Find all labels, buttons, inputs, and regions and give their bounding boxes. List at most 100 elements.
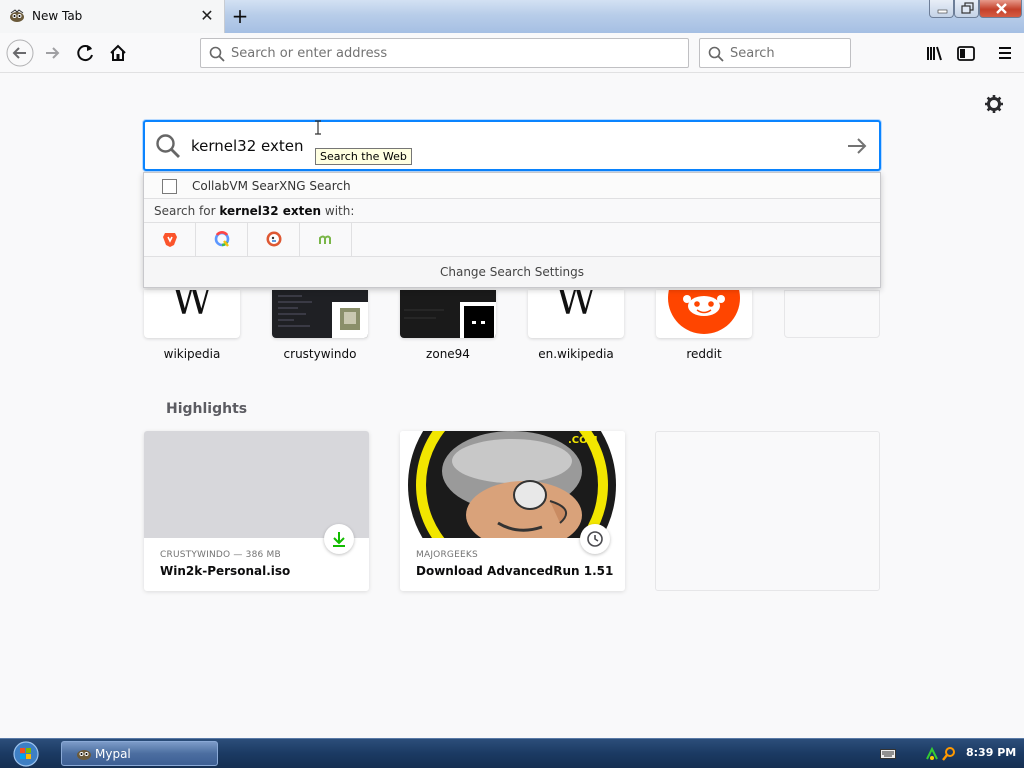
search-bar[interactable] <box>699 38 851 68</box>
mypal-icon <box>77 750 91 760</box>
card-badge <box>580 524 610 554</box>
top-site-thumbnail <box>656 290 752 338</box>
top-site-label: reddit <box>686 347 722 361</box>
navigation-toolbar <box>0 33 1024 73</box>
gear-icon[interactable] <box>984 94 1004 114</box>
top-site-label: zone94 <box>426 347 470 361</box>
search-icon <box>156 134 180 158</box>
home-button[interactable] <box>104 39 132 67</box>
duckduckgo-icon <box>266 231 282 247</box>
reddit-icon <box>668 290 740 334</box>
arrow-right-icon[interactable] <box>845 134 869 158</box>
search-icon <box>209 46 225 62</box>
network-icon[interactable] <box>924 746 940 762</box>
restore-button[interactable] <box>954 0 979 18</box>
tab-new-tab[interactable]: New Tab ✕ <box>0 0 225 33</box>
keyboard-icon[interactable] <box>880 749 896 759</box>
text-cursor-icon <box>315 120 321 135</box>
top-site-thumbnail: W <box>528 290 624 338</box>
address-input[interactable] <box>231 39 671 67</box>
sidebar-button[interactable] <box>952 39 980 67</box>
new-tab-page: Search the Web CollabVM SearXNG Search S… <box>0 74 1024 738</box>
mojeek-icon <box>319 235 331 244</box>
taskbar-window-mypal[interactable]: Mypal <box>61 741 218 766</box>
top-site-tile[interactable]: W en.wikipedia <box>528 290 624 361</box>
close-window-button[interactable] <box>979 0 1022 18</box>
top-site-tile[interactable]: reddit <box>656 290 752 361</box>
address-bar[interactable] <box>200 38 689 68</box>
sidebar-icon <box>957 46 975 61</box>
wikipedia-logo-icon: W <box>171 290 213 324</box>
card-source: CRUSTYWINDO — 386 MB <box>160 550 281 560</box>
library-icon <box>927 46 942 61</box>
menu-button[interactable] <box>991 39 1019 67</box>
reload-button[interactable] <box>72 39 100 67</box>
highlight-card[interactable]: .COM MAJORGEEKS Download AdvancedRun 1.5… <box>400 431 625 591</box>
top-site-tile[interactable]: zone94 <box>400 290 496 361</box>
back-arrow-icon <box>6 39 34 67</box>
forward-arrow-icon <box>46 47 60 59</box>
suggestion-row[interactable]: CollabVM SearXNG Search <box>144 173 880 199</box>
card-image <box>144 431 369 538</box>
change-search-settings-button[interactable]: Change Search Settings <box>144 257 880 287</box>
engine-qwant-button[interactable] <box>196 223 248 256</box>
forward-button[interactable] <box>38 39 66 67</box>
card-title: Download AdvancedRun 1.51 <box>416 564 614 578</box>
checkbox[interactable] <box>162 179 177 194</box>
home-icon <box>110 44 126 61</box>
top-site-label: crustywindo <box>283 347 357 361</box>
tab-title: New Tab <box>32 9 83 23</box>
tooltip: Search the Web <box>315 148 412 165</box>
engine-duckduckgo-button[interactable] <box>248 223 300 256</box>
reload-icon <box>77 45 93 62</box>
taskbar: Mypal 8:39 PM <box>0 738 1024 768</box>
svg-text:.COM: .COM <box>568 435 598 446</box>
empty-tile <box>784 290 880 338</box>
card-badge <box>324 524 354 554</box>
card-source: MAJORGEEKS <box>416 550 478 560</box>
majorgeeks-logo-icon: .COM <box>408 431 616 589</box>
tab-strip: New Tab ✕ + <box>0 0 1024 33</box>
engine-mojeek-button[interactable] <box>300 223 352 256</box>
search-suggestions-popup: CollabVM SearXNG Search Search for kerne… <box>143 172 881 288</box>
suggestion-label: CollabVM SearXNG Search <box>192 179 351 193</box>
engine-brave-button[interactable] <box>144 223 196 256</box>
search-for-query: kernel32 exten <box>219 204 322 218</box>
top-site-tile[interactable]: crustywindo <box>272 290 368 361</box>
highlights-heading: Highlights <box>166 401 248 417</box>
download-icon <box>333 532 345 547</box>
search-for-prefix: Search for <box>154 204 216 218</box>
screenshot-thumbnail <box>404 302 496 338</box>
top-site-placeholder <box>784 290 880 338</box>
top-site-thumbnail <box>272 290 368 338</box>
hamburger-menu-icon <box>999 47 1011 59</box>
search-icon[interactable] <box>942 746 956 762</box>
highlight-card[interactable]: CRUSTYWINDO — 386 MB Win2k-Personal.iso <box>144 431 369 591</box>
minimize-button[interactable] <box>929 0 954 18</box>
screenshot-thumbnail <box>278 295 368 338</box>
highlight-placeholder <box>655 431 880 591</box>
start-button[interactable] <box>4 740 44 768</box>
card-title: Win2k-Personal.iso <box>160 564 291 578</box>
mypal-icon <box>10 9 24 22</box>
tab-close-icon[interactable]: ✕ <box>197 6 217 26</box>
wikipedia-logo-icon: W <box>555 290 597 324</box>
qwant-icon <box>214 231 230 247</box>
top-site-label: wikipedia <box>163 347 221 361</box>
new-tab-button[interactable]: + <box>229 5 251 27</box>
search-icon <box>708 46 724 62</box>
search-for-header: Search for kernel32 exten with: <box>144 199 880 223</box>
page-search-input[interactable] <box>191 124 811 168</box>
back-button[interactable] <box>6 39 34 67</box>
top-site-thumbnail: W <box>144 290 240 338</box>
card-image: .COM <box>400 431 625 589</box>
clock[interactable]: 8:39 PM <box>966 746 1016 759</box>
top-site-tile[interactable]: W wikipedia <box>144 290 240 361</box>
page-search-box[interactable] <box>143 120 881 171</box>
top-site-label: en.wikipedia <box>538 347 614 361</box>
library-button[interactable] <box>920 39 948 67</box>
brave-icon <box>163 233 177 247</box>
search-input[interactable] <box>730 39 846 67</box>
history-icon <box>587 531 603 547</box>
taskbar-window-label: Mypal <box>95 747 131 761</box>
